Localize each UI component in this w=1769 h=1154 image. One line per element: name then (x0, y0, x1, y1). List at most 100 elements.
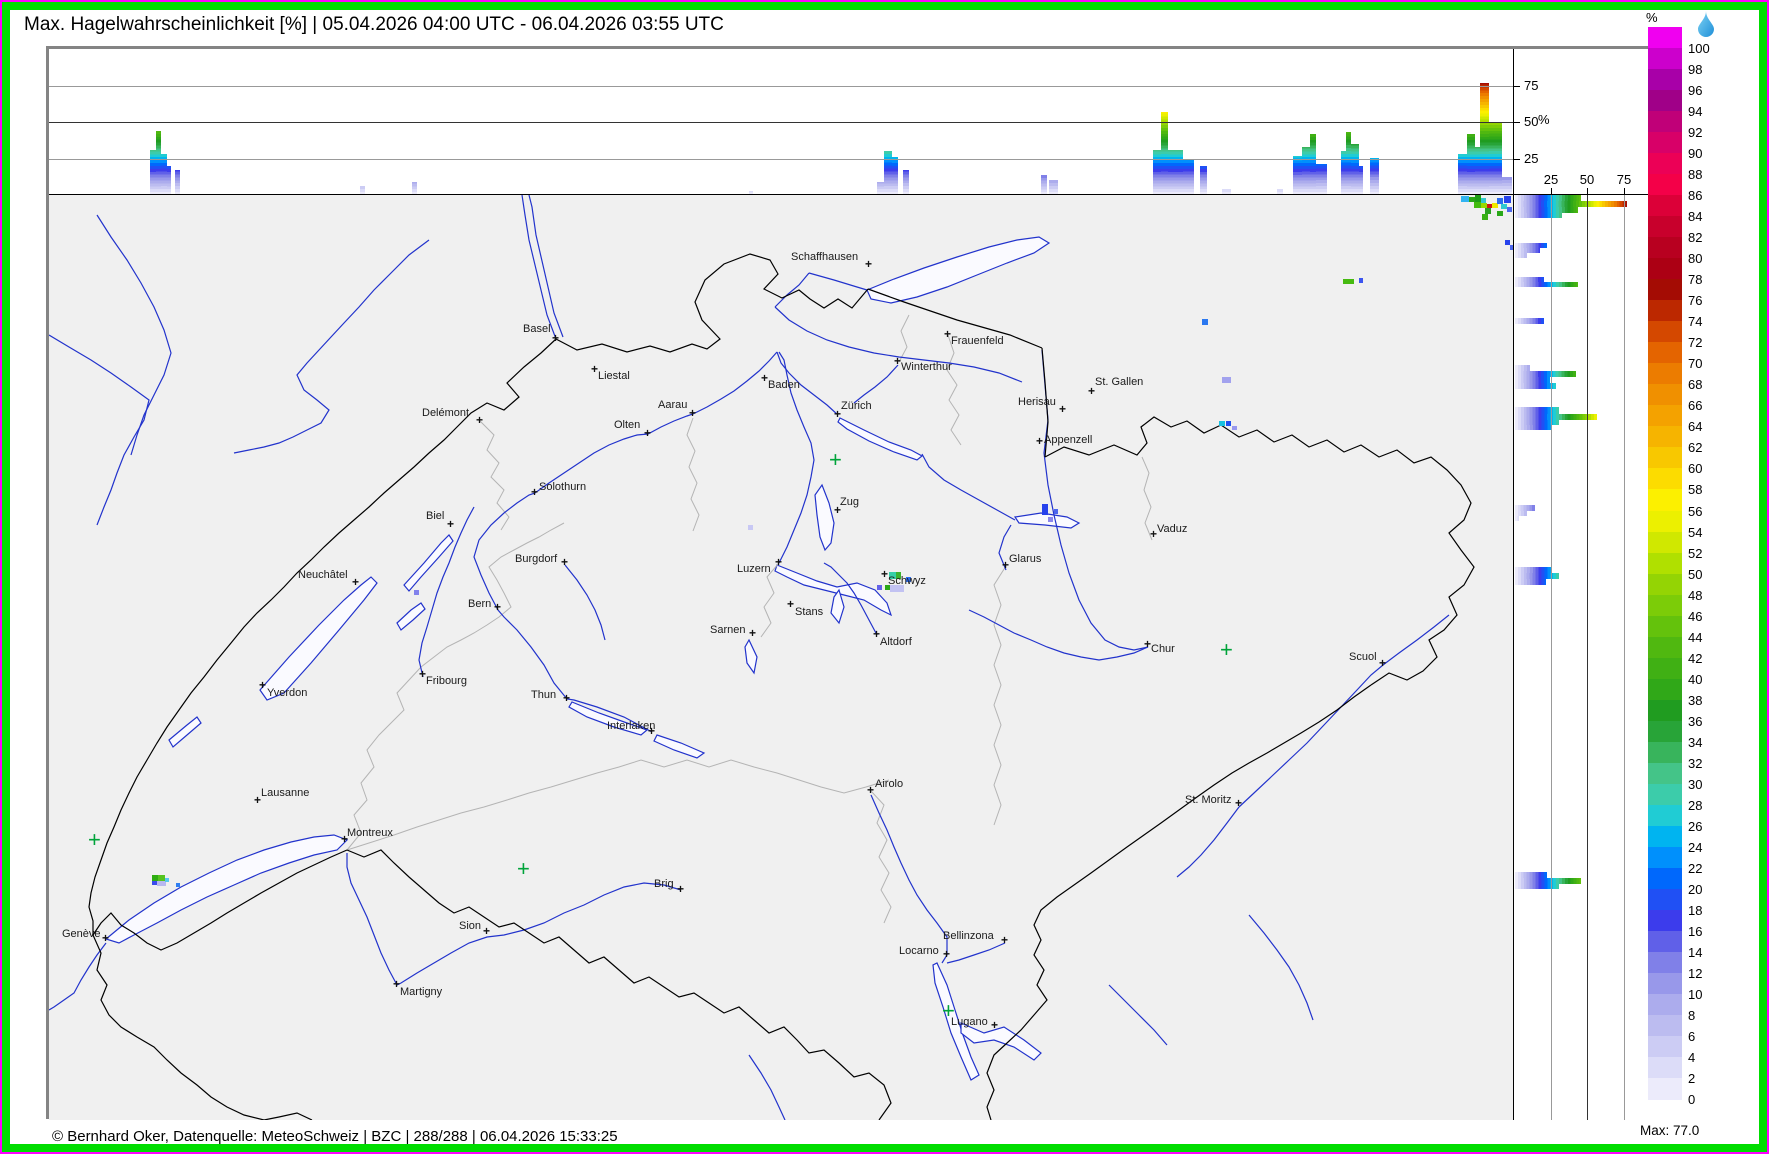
city-label: Burgdorf (515, 553, 557, 565)
hail-cell (1343, 279, 1354, 284)
city-cross-icon: + (677, 882, 684, 896)
city-label: Solothurn (539, 481, 586, 493)
city-cross-icon: + (494, 600, 501, 614)
colorbar-band-94 (1648, 90, 1682, 112)
top-tick-label: 50 (1524, 114, 1538, 129)
page: Max. Hagelwahrscheinlichkeit [%] | 05.04… (0, 0, 1769, 1154)
city-label: Olten (614, 419, 640, 431)
city-cross-icon: + (867, 783, 874, 797)
top-histogram-bar (1458, 154, 1467, 195)
colorbar-label-64: 64 (1688, 419, 1732, 434)
city-label: Montreux (347, 827, 393, 839)
city-cross-icon: + (787, 597, 794, 611)
colorbar-band-6 (1648, 1015, 1682, 1037)
top-histogram-bar (175, 170, 180, 195)
top-tick-label: 75 (1524, 78, 1538, 93)
hail-cell (176, 883, 180, 887)
top-histogram-bar (1351, 144, 1359, 195)
city-cross-icon: + (561, 555, 568, 569)
colorbar-band-34 (1648, 721, 1682, 743)
colorbar-band-18 (1648, 889, 1682, 911)
footer-text: © Bernhard Oker, Datenquelle: MeteoSchwe… (52, 1128, 618, 1144)
top-histogram-bar (1049, 180, 1058, 195)
right-histogram-bar (1515, 383, 1556, 389)
city-cross-icon: + (873, 627, 880, 641)
city-label: Luzern (737, 563, 771, 575)
right-gridline-50 (1587, 195, 1588, 1120)
city-cross-icon: + (102, 931, 109, 945)
city-label: Fribourg (426, 675, 467, 687)
city-label: Stans (795, 606, 823, 618)
colorbar-band-40 (1648, 658, 1682, 680)
colorbar-band-14 (1648, 931, 1682, 953)
city-label: Bellinzona (943, 930, 994, 942)
city-label: Locarno (899, 945, 939, 957)
colorbar-band-72 (1648, 321, 1682, 343)
figure: Max. Hagelwahrscheinlichkeit [%] | 05.04… (10, 10, 1759, 1144)
city-cross-icon: + (834, 407, 841, 421)
colorbar-band-82 (1648, 216, 1682, 238)
colorbar-band-58 (1648, 468, 1682, 490)
city-label: Martigny (400, 986, 442, 998)
colorbar-band-24 (1648, 826, 1682, 848)
city-cross-icon: + (552, 331, 559, 345)
city-label: Genève (62, 928, 101, 940)
colorbar-band-84 (1648, 195, 1682, 217)
city-cross-icon: + (894, 354, 901, 368)
right-histogram-bar (1515, 425, 1552, 430)
top-histogram-bar (1041, 175, 1047, 195)
right-histogram-bar (1515, 579, 1546, 585)
city-cross-icon: + (447, 517, 454, 531)
city-cross-icon: + (419, 667, 426, 681)
hail-cell (1482, 214, 1488, 220)
lake-joux (169, 717, 201, 747)
colorbar-band-48 (1648, 574, 1682, 596)
colorbar-label-34: 34 (1688, 735, 1732, 750)
hail-cell (1359, 278, 1363, 283)
colorbar-label-96: 96 (1688, 83, 1732, 98)
top-histogram-bar (1302, 147, 1310, 195)
city-label: Biel (426, 510, 444, 522)
top-tick-25 (1513, 159, 1520, 160)
colorbar-band-98 (1648, 48, 1682, 70)
city-cross-icon: + (1059, 402, 1066, 416)
colorbar-band-62 (1648, 426, 1682, 448)
right-gridline-25 (1551, 195, 1552, 1120)
colorbar-label-28: 28 (1688, 798, 1732, 813)
top-histogram-bar (1161, 112, 1168, 195)
colorbar-band-50 (1648, 553, 1682, 575)
colorbar-label-78: 78 (1688, 272, 1732, 287)
right-histogram-bar (1515, 282, 1578, 287)
hail-cell (1461, 196, 1469, 202)
city-label: Scuol (1349, 651, 1377, 663)
city-label: Frauenfeld (951, 335, 1004, 347)
colorbar-label-46: 46 (1688, 609, 1732, 624)
lake-lugano (961, 1023, 1041, 1060)
top-tick-50 (1513, 122, 1520, 123)
city-cross-icon: + (943, 947, 950, 961)
city-label: Basel (523, 323, 551, 335)
hail-cell (1226, 421, 1231, 426)
max-value-label: Max: 77.0 (1640, 1123, 1699, 1138)
switzerland-map: +Schaffhausen+Basel+Liestal+Frauenfeld+W… (49, 195, 1513, 1120)
city-cross-icon: + (991, 1018, 998, 1032)
colorbar-label-62: 62 (1688, 440, 1732, 455)
colorbar-band-86 (1648, 174, 1682, 196)
colorbar-label-92: 92 (1688, 125, 1732, 140)
right-histogram-unit-label: % (1538, 112, 1550, 127)
city-cross-icon: + (259, 678, 266, 692)
top-histogram-bar (1200, 166, 1207, 195)
colorbar-band-4 (1648, 1036, 1682, 1058)
hail-cell (414, 590, 419, 595)
colorbar-label-24: 24 (1688, 840, 1732, 855)
top-histogram-bar (903, 170, 909, 195)
colorbar-label-6: 6 (1688, 1029, 1732, 1044)
city-cross-icon: + (483, 924, 490, 938)
colorbar-label-2: 2 (1688, 1071, 1732, 1086)
city-label: Interlaken (607, 720, 655, 732)
colorbar-label-68: 68 (1688, 377, 1732, 392)
page-title: Max. Hagelwahrscheinlichkeit [%] | 05.04… (24, 14, 724, 36)
top-histogram-bar (1153, 150, 1161, 195)
outer-green-border: Max. Hagelwahrscheinlichkeit [%] | 05.04… (2, 2, 1767, 1152)
colorbar-label-32: 32 (1688, 756, 1732, 771)
